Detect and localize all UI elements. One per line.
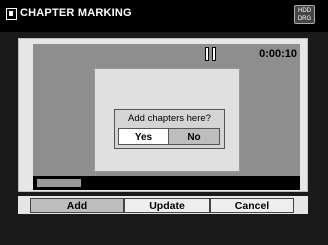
update-button[interactable]: Update: [124, 198, 210, 213]
screen: CHAPTER MARKING HDD DRG 0:00:10 Add chap…: [0, 0, 328, 245]
badge-line-1: HDD: [298, 8, 311, 14]
timecode: 0:00:10: [259, 48, 297, 60]
no-button[interactable]: No: [169, 128, 220, 145]
hdd-drg-badge: HDD DRG: [294, 5, 315, 24]
window-title: CHAPTER MARKING: [20, 7, 132, 19]
pause-icon: [205, 47, 217, 61]
title-bar: CHAPTER MARKING HDD DRG: [0, 0, 328, 32]
dialog-prompt: Add chapters here?: [128, 113, 211, 124]
add-button[interactable]: Add: [30, 198, 124, 213]
chapter-icon: [6, 8, 17, 20]
badge-line-2: DRG: [297, 16, 312, 22]
yes-button[interactable]: Yes: [118, 128, 169, 145]
confirm-dialog: Add chapters here? Yes No: [114, 109, 225, 149]
progress-fill: [37, 179, 81, 187]
progress-bar: [33, 176, 300, 190]
time-bar: 0:00:10: [33, 44, 300, 65]
cancel-button[interactable]: Cancel: [210, 198, 294, 213]
button-bar: Add Update Cancel: [18, 196, 308, 214]
